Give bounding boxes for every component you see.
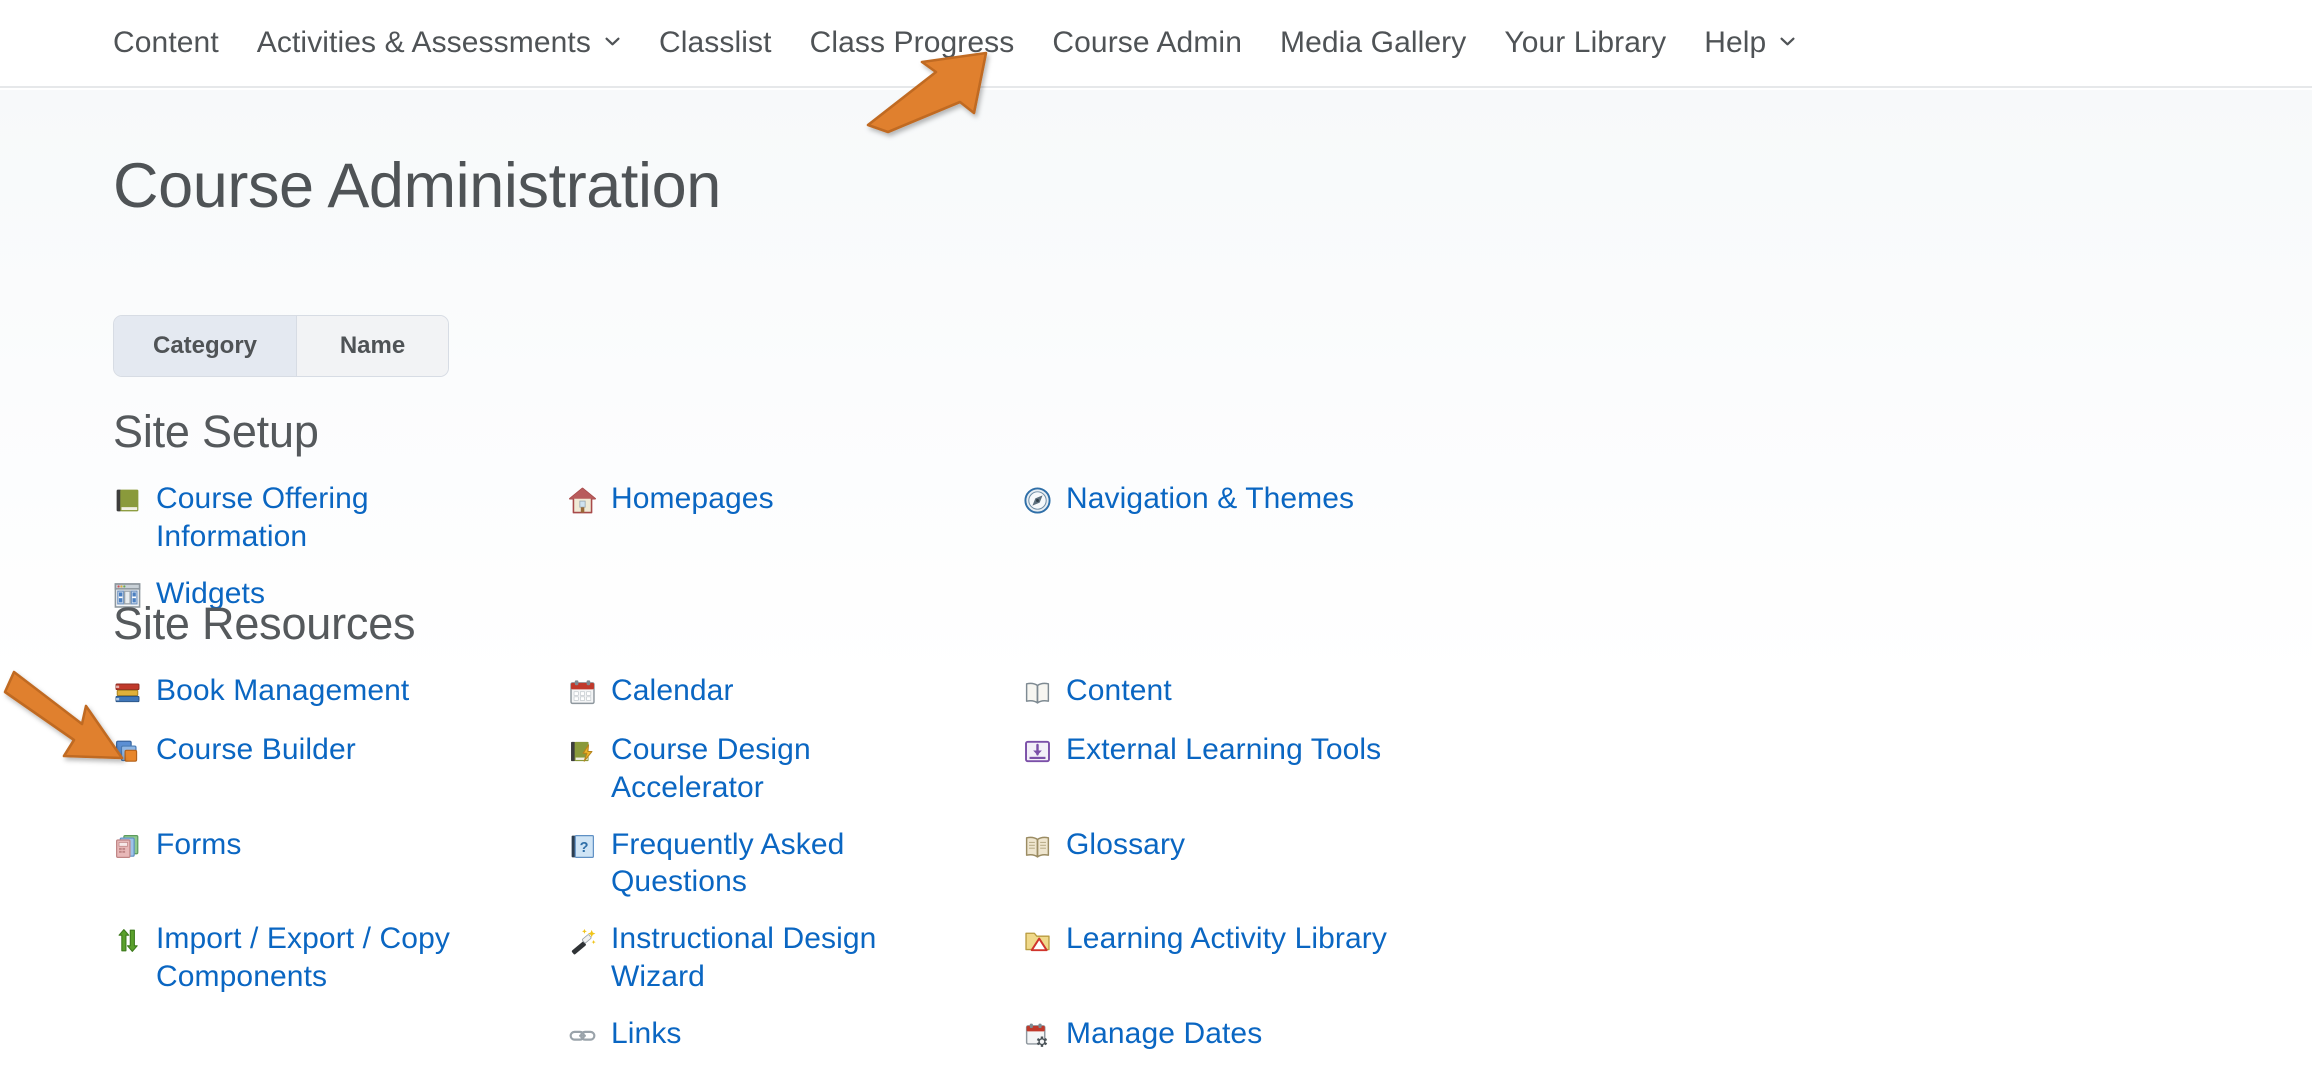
magic-wand-icon (568, 926, 597, 955)
calendar-gear-icon (1023, 1021, 1052, 1050)
link-label[interactable]: Manage Dates (1066, 1015, 1262, 1053)
chain-link-icon (568, 1021, 597, 1050)
section-heading: Site Resources (113, 598, 416, 649)
link-item-instructional-design-wizard[interactable]: Instructional Design Wizard (568, 920, 1023, 996)
link-label[interactable]: Import / Export / Copy Components (156, 920, 506, 996)
forms-stack-icon (113, 832, 142, 861)
view-switch: Category Name (113, 315, 449, 377)
nav-item-media-gallery[interactable]: Media Gallery (1280, 26, 1466, 60)
tan-open-book-icon (1023, 832, 1052, 861)
nav-item-label: Activities & Assessments (256, 26, 591, 59)
link-item-course-offering-information[interactable]: Course Offering Information (113, 480, 568, 556)
link-item-homepages[interactable]: Homepages (568, 480, 1023, 556)
link-item-book-management[interactable]: Book Management (113, 672, 568, 712)
link-label[interactable]: Course Offering Information (156, 480, 506, 556)
link-label[interactable]: Forms (156, 826, 242, 864)
link-item-navigation-themes[interactable]: Navigation & Themes (1023, 480, 1478, 556)
section-site-resources: Site Resources Book Management Calendar … (113, 598, 2233, 1074)
folder-triangle-icon (1023, 926, 1052, 955)
link-item-import-export-copy-components[interactable]: Import / Export / Copy Components (113, 920, 568, 996)
link-label[interactable]: Homepages (611, 480, 774, 518)
compass-icon (1023, 486, 1052, 515)
link-item-frequently-asked-questions[interactable]: ? Frequently Asked Questions (568, 826, 1023, 902)
nav-item-classlist[interactable]: Classlist (659, 26, 772, 60)
link-label[interactable]: Course Builder (156, 731, 356, 769)
link-label[interactable]: Frequently Asked Questions (611, 826, 961, 902)
link-item-content[interactable]: Content (1023, 672, 1478, 712)
nav-item-label: Your Library (1504, 26, 1667, 59)
nav-item-activities-assessments[interactable]: Activities & Assessments (257, 26, 621, 60)
link-item-forms[interactable]: Forms (113, 826, 568, 902)
link-label[interactable]: Book Management (156, 672, 409, 710)
stacked-books-icon (113, 678, 142, 707)
calendar-icon (568, 678, 597, 707)
tab-category[interactable]: Category (114, 316, 297, 376)
link-label[interactable]: Navigation & Themes (1066, 480, 1354, 518)
link-label[interactable]: Learning Activity Library (1066, 920, 1387, 958)
section-heading: Site Setup (113, 406, 319, 457)
link-item-course-design-accelerator[interactable]: Course Design Accelerator (568, 731, 1023, 807)
link-label[interactable]: Instructional Design Wizard (611, 920, 961, 996)
links-grid: Book Management Calendar Content Course … (113, 672, 2233, 1074)
nav-item-your-library[interactable]: Your Library (1504, 26, 1666, 60)
page-body: Course Administration Category Name Site… (0, 90, 2312, 1050)
nav-item-label: Help (1704, 26, 1767, 59)
link-item-course-builder[interactable]: Course Builder (113, 731, 568, 807)
main-navigation-bar: Content Activities & Assessments Classli… (0, 0, 2312, 88)
svg-text:?: ? (580, 840, 589, 856)
book-lightning-icon (568, 737, 597, 766)
page-title: Course Administration (113, 151, 721, 222)
nav-item-label: Classlist (658, 26, 772, 59)
nav-item-label: Class Progress (809, 26, 1015, 59)
nav-item-course-admin[interactable]: Course Admin (1052, 26, 1242, 60)
house-icon (568, 486, 597, 515)
up-down-arrows-icon (113, 926, 142, 955)
green-book-icon (113, 486, 142, 515)
tab-name[interactable]: Name (297, 316, 448, 376)
link-label[interactable]: Course Design Accelerator (611, 731, 961, 807)
nav-item-label: Content (113, 26, 219, 59)
link-label[interactable]: Links (611, 1015, 682, 1053)
link-label[interactable]: External Learning Tools (1066, 731, 1381, 769)
layered-squares-icon (113, 737, 142, 766)
nav-item-label: Course Admin (1052, 26, 1242, 59)
link-label[interactable]: Content (1066, 672, 1172, 710)
link-item-external-learning-tools[interactable]: External Learning Tools (1023, 731, 1478, 807)
nav-item-help[interactable]: Help (1704, 26, 1796, 60)
nav-item-content[interactable]: Content (113, 26, 219, 60)
nav-item-class-progress[interactable]: Class Progress (810, 26, 1015, 60)
link-label[interactable]: Calendar (611, 672, 734, 710)
link-item-glossary[interactable]: Glossary (1023, 826, 1478, 902)
chevron-down-icon (1779, 33, 1796, 50)
blue-question-book-icon: ? (568, 832, 597, 861)
link-item-links[interactable]: Links (568, 1015, 1023, 1055)
link-item-manage-dates[interactable]: Manage Dates (1023, 1015, 1478, 1055)
open-book-icon (1023, 678, 1052, 707)
chevron-down-icon (604, 33, 621, 50)
nav-item-label: Media Gallery (1279, 26, 1467, 59)
link-item-calendar[interactable]: Calendar (568, 672, 1023, 712)
external-tool-icon (1023, 737, 1052, 766)
link-item-learning-activity-library[interactable]: Learning Activity Library (1023, 920, 1478, 996)
link-label[interactable]: Glossary (1066, 826, 1185, 864)
